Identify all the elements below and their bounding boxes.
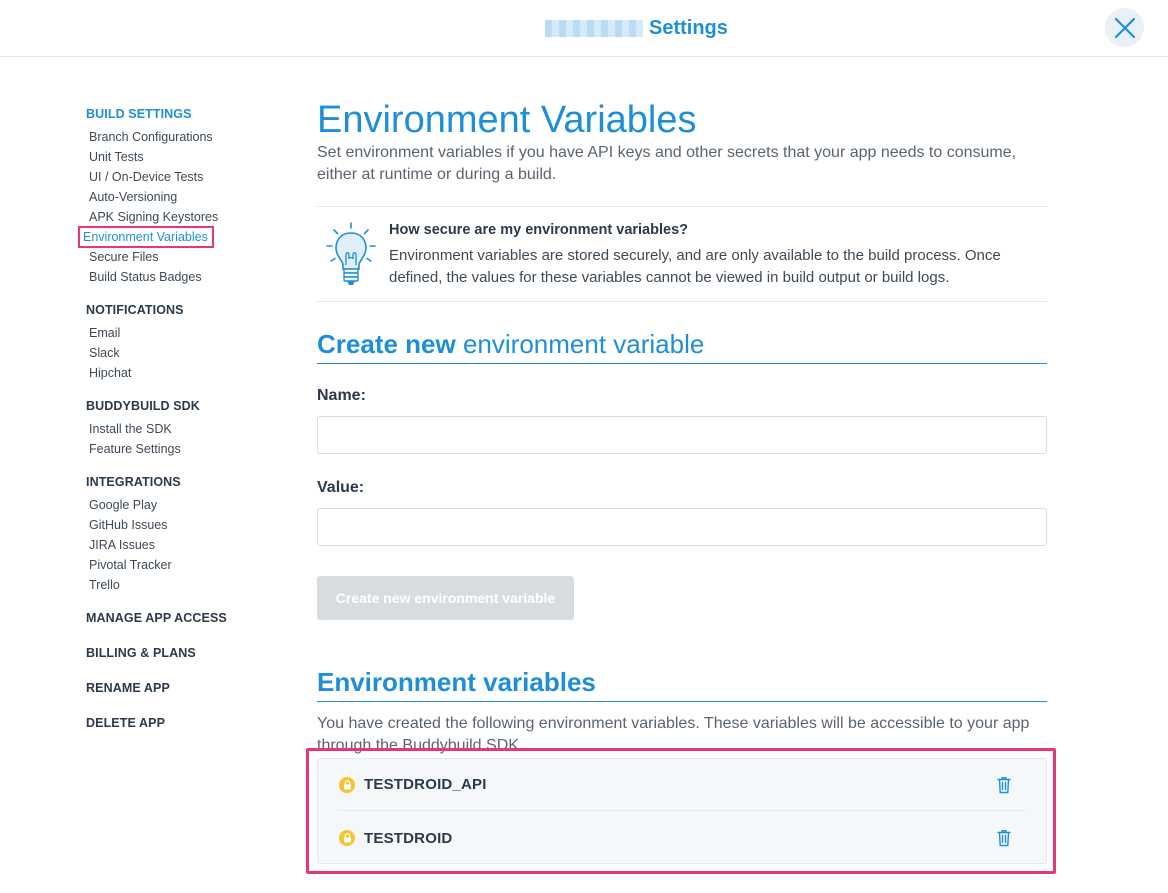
sidebar-group-billing: BILLING & PLANS — [86, 644, 286, 662]
list-item: TESTDROID — [338, 812, 1026, 864]
settings-sidebar: BUILD SETTINGS Branch Configurations Uni… — [78, 105, 286, 746]
page-description: Set environment variables if you have AP… — [317, 144, 1017, 183]
create-variable-button[interactable]: Create new environment variable — [317, 576, 574, 620]
page-title: Environment Variables — [317, 99, 697, 141]
trash-icon[interactable] — [996, 776, 1012, 794]
sidebar-item-feature-settings[interactable]: Feature Settings — [86, 439, 286, 459]
sidebar-group-rename-app: RENAME APP — [86, 679, 286, 697]
sidebar-group-notifications: NOTIFICATIONS Email Slack Hipchat — [86, 301, 286, 383]
sidebar-heading-buddybuild-sdk[interactable]: BUDDYBUILD SDK — [86, 397, 286, 415]
sidebar-item-email[interactable]: Email — [86, 323, 286, 343]
sidebar-item-pivotal-tracker[interactable]: Pivotal Tracker — [86, 555, 286, 575]
sidebar-item-environment-variables[interactable]: Environment Variables — [78, 226, 286, 248]
sidebar-heading-integrations[interactable]: INTEGRATIONS — [86, 473, 286, 491]
name-input[interactable] — [317, 416, 1047, 454]
sidebar-item-label: Environment Variables — [78, 226, 214, 248]
top-bar: Settings — [0, 0, 1168, 57]
create-section-title: Create new environment variable — [317, 326, 1047, 364]
variables-title-text: Environment variables — [317, 667, 596, 697]
lock-icon — [339, 830, 355, 846]
value-label: Value: — [317, 479, 365, 496]
list-item: TESTDROID_API — [338, 759, 1026, 811]
sidebar-group-manage-app-access: MANAGE APP ACCESS — [86, 609, 286, 627]
sidebar-heading-billing-plans[interactable]: BILLING & PLANS — [86, 644, 286, 662]
main-content: Environment Variables Set environment va… — [317, 98, 1047, 757]
sidebar-group-buddybuild-sdk: BUDDYBUILD SDK Install the SDK Feature S… — [86, 397, 286, 459]
sidebar-item-github-issues[interactable]: GitHub Issues — [86, 515, 286, 535]
sidebar-item-unit-tests[interactable]: Unit Tests — [86, 147, 286, 167]
create-title-bold: Create new — [317, 329, 456, 359]
close-button[interactable] — [1105, 8, 1144, 47]
variable-name: TESTDROID — [364, 829, 453, 847]
sidebar-heading-build-settings[interactable]: BUILD SETTINGS — [86, 105, 286, 123]
lightbulb-icon — [326, 222, 376, 285]
lock-icon — [339, 776, 355, 793]
info-title: How secure are my environment variables? — [389, 222, 688, 238]
sidebar-group-integrations: INTEGRATIONS Google Play GitHub Issues J… — [86, 473, 286, 595]
header-title-group: Settings — [545, 14, 728, 42]
create-title-light: environment variable — [462, 329, 705, 359]
sidebar-item-jira-issues[interactable]: JIRA Issues — [86, 535, 286, 555]
sidebar-heading-rename-app[interactable]: RENAME APP — [86, 679, 286, 697]
sidebar-item-secure-files[interactable]: Secure Files — [86, 247, 286, 267]
name-label: Name: — [317, 387, 366, 404]
sidebar-item-install-sdk[interactable]: Install the SDK — [86, 419, 286, 439]
sidebar-item-auto-versioning[interactable]: Auto-Versioning — [86, 187, 286, 207]
redacted-app-name — [545, 19, 643, 37]
value-input[interactable] — [317, 508, 1047, 546]
info-text: Environment variables are stored securel… — [389, 247, 1001, 286]
variable-name: TESTDROID_API — [364, 776, 487, 793]
sidebar-item-google-play[interactable]: Google Play — [86, 495, 286, 515]
trash-icon[interactable] — [996, 829, 1012, 847]
sidebar-item-build-status-badges[interactable]: Build Status Badges — [86, 267, 286, 287]
sidebar-item-ui-tests[interactable]: UI / On-Device Tests — [86, 167, 286, 187]
sidebar-heading-manage-app-access[interactable]: MANAGE APP ACCESS — [86, 609, 286, 627]
variables-list: TESTDROID_API TESTDROID — [317, 758, 1047, 864]
sidebar-heading-delete-app[interactable]: DELETE APP — [86, 714, 286, 732]
sidebar-group-delete-app: DELETE APP — [86, 714, 286, 732]
close-icon — [1114, 17, 1135, 38]
sidebar-item-trello[interactable]: Trello — [86, 575, 286, 595]
sidebar-item-slack[interactable]: Slack — [86, 343, 286, 363]
sidebar-item-apk-signing-keystores[interactable]: APK Signing Keystores — [86, 207, 286, 227]
security-info-box: How secure are my environment variables?… — [317, 206, 1047, 302]
sidebar-group-build-settings: BUILD SETTINGS Branch Configurations Uni… — [78, 105, 286, 287]
sidebar-item-branch-configurations[interactable]: Branch Configurations — [86, 127, 286, 147]
variables-section-title: Environment variables — [317, 664, 1047, 702]
sidebar-heading-notifications[interactable]: NOTIFICATIONS — [86, 301, 286, 319]
sidebar-item-hipchat[interactable]: Hipchat — [86, 363, 286, 383]
page-header-title: Settings — [649, 16, 728, 39]
